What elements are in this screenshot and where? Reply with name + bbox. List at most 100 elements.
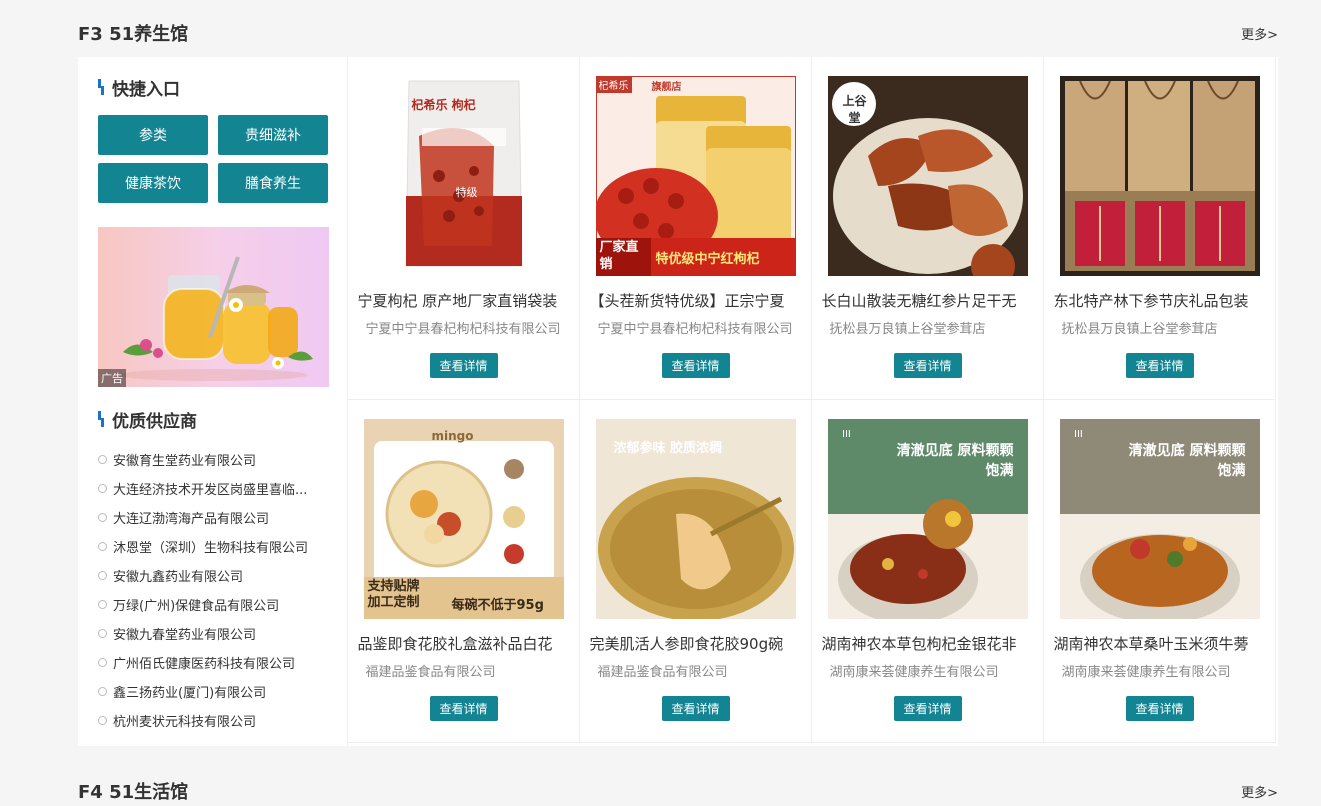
product-image[interactable]: 杞希乐 枸杞 特级 bbox=[363, 76, 564, 276]
product-card: 杞希乐 枸杞 特级 宁夏枸杞 原产地厂家直销袋装 宁夏中宁县春杞枸杞科技有限公司… bbox=[348, 57, 580, 400]
supplier-item[interactable]: 安徽九鑫药业有限公司 bbox=[98, 561, 328, 590]
product-company: 湖南康来荟健康养生有限公司 bbox=[829, 665, 999, 680]
supplier-name: 安徽九鑫药业有限公司 bbox=[113, 570, 244, 585]
promo-text: 清澈见底 原料颗颗饱满 bbox=[1128, 443, 1246, 479]
supplier-name: 杭州麦状元科技有限公司 bbox=[113, 715, 257, 730]
bullet-icon bbox=[98, 600, 107, 609]
product-brand-text: 杞希乐 枸杞 bbox=[411, 98, 476, 112]
supplier-list: 安徽育生堂药业有限公司 大连经济技术开发区岗盛里喜临... 大连辽渤湾海产品有限… bbox=[98, 445, 347, 735]
svg-text:III: III bbox=[1074, 429, 1083, 440]
product-image[interactable] bbox=[1059, 76, 1260, 276]
product-image[interactable]: 杞希乐 旗舰店 厂家直销 特优级中宁红枸杞 bbox=[595, 76, 796, 276]
supplier-name: 大连辽渤湾海产品有限公司 bbox=[113, 512, 270, 527]
view-details-button[interactable]: 查看详情 bbox=[893, 353, 962, 378]
svg-text:III: III bbox=[842, 429, 851, 440]
banner-left-text: 厂家直销 bbox=[599, 240, 639, 272]
view-details-button[interactable]: 查看详情 bbox=[1125, 696, 1194, 721]
honey-jars-image bbox=[118, 256, 313, 381]
product-name[interactable]: 湖南神农本草桑叶玉米须牛蒡 bbox=[1052, 633, 1268, 654]
product-company: 抚松县万良镇上谷堂参茸店 bbox=[1061, 322, 1218, 337]
supplier-name: 广州佰氏健康医药科技有限公司 bbox=[113, 657, 296, 672]
product-card: 东北特产林下参节庆礼品包装 抚松县万良镇上谷堂参茸店 查看详情 bbox=[1044, 57, 1276, 400]
supplier-item[interactable]: 沐恩堂（深圳）生物科技有限公司 bbox=[98, 532, 328, 561]
product-card: III 清澈见底 原料颗颗饱满 湖南神农本草桑叶玉米须牛蒡 湖南康来荟健康养生有… bbox=[1044, 400, 1276, 743]
quick-entry-grid: 参类 贵细滋补 健康茶饮 膳食养生 bbox=[98, 115, 347, 203]
supplier-item[interactable]: 鑫三扬药业(厦门)有限公司 bbox=[98, 677, 328, 706]
supplier-name: 大连经济技术开发区岗盛里喜临... bbox=[113, 483, 308, 498]
view-details-button[interactable]: 查看详情 bbox=[893, 696, 962, 721]
product-name[interactable]: 东北特产林下参节庆礼品包装 bbox=[1052, 290, 1268, 311]
supplier-item[interactable]: 大连经济技术开发区岗盛里喜临... bbox=[98, 474, 328, 503]
store-tag: 旗舰店 bbox=[651, 82, 682, 93]
product-company: 福建品鉴食品有限公司 bbox=[597, 665, 728, 680]
ad-banner[interactable]: 广告 bbox=[98, 227, 329, 387]
ginseng-gift-box-image bbox=[1059, 76, 1260, 276]
product-name[interactable]: 品鉴即食花胶礼盒滋补品白花 bbox=[356, 633, 572, 654]
bullet-icon bbox=[98, 658, 107, 667]
bullet-icon bbox=[98, 571, 107, 580]
supplier-item[interactable]: 大连辽渤湾海产品有限公司 bbox=[98, 503, 328, 532]
product-image[interactable]: III 清澈见底 原料颗颗饱满 bbox=[827, 419, 1028, 619]
bullet-icon bbox=[98, 629, 107, 638]
product-image[interactable]: III 清澈见底 原料颗颗饱满 bbox=[1059, 419, 1260, 619]
product-name[interactable]: 宁夏枸杞 原产地厂家直销袋装 bbox=[356, 290, 572, 311]
left-sidebar: 快捷入口 参类 贵细滋补 健康茶饮 膳食养生 广告 优质供应商 安徽育生堂药业有… bbox=[78, 57, 348, 746]
floor-header: F4 51生活馆 更多> bbox=[78, 776, 1278, 806]
view-details-button[interactable]: 查看详情 bbox=[429, 353, 498, 378]
banner-left-text: 支持贴牌 加工定制 bbox=[367, 579, 420, 610]
quick-entry-label: 快捷入口 bbox=[112, 79, 180, 100]
more-link[interactable]: 更多> bbox=[1241, 24, 1278, 43]
product-image[interactable]: 浓郁参味 胶质浓稠 bbox=[595, 419, 796, 619]
view-details-button[interactable]: 查看详情 bbox=[1125, 353, 1194, 378]
product-name[interactable]: 长白山散装无糖红参片足干无 bbox=[820, 290, 1036, 311]
supplier-item[interactable]: 安徽育生堂药业有限公司 bbox=[98, 445, 328, 474]
product-company: 抚松县万良镇上谷堂参茸店 bbox=[829, 322, 986, 337]
bullet-icon bbox=[98, 542, 107, 551]
supplier-item[interactable]: 安徽九春堂药业有限公司 bbox=[98, 619, 328, 648]
view-details-button[interactable]: 查看详情 bbox=[661, 696, 730, 721]
product-company: 宁夏中宁县春杞枸杞科技有限公司 bbox=[365, 322, 561, 337]
quick-button-chayin[interactable]: 健康茶饮 bbox=[98, 163, 208, 203]
product-card: mingo 支持贴牌 加工定制 每碗不低于95g 品鉴即食花胶礼盒滋补品白花 福… bbox=[348, 400, 580, 743]
view-details-button[interactable]: 查看详情 bbox=[661, 353, 730, 378]
brand-tag: 杞希乐 bbox=[595, 76, 632, 93]
view-details-button[interactable]: 查看详情 bbox=[429, 696, 498, 721]
supplier-item[interactable]: 广州佰氏健康医药科技有限公司 bbox=[98, 648, 328, 677]
product-grade-text: 特级 bbox=[455, 186, 478, 199]
supplier-name: 安徽育生堂药业有限公司 bbox=[113, 454, 257, 469]
quick-entry-title: 快捷入口 bbox=[98, 75, 347, 100]
supplier-title-label: 优质供应商 bbox=[112, 411, 197, 432]
brand-logo-text: mingo bbox=[431, 429, 474, 443]
product-image[interactable]: 上谷堂 bbox=[827, 76, 1028, 276]
supplier-name: 沐恩堂（深圳）生物科技有限公司 bbox=[113, 541, 309, 556]
floor-title: F3 51养生馆 bbox=[78, 24, 189, 45]
more-link[interactable]: 更多> bbox=[1241, 782, 1278, 801]
product-name[interactable]: 完美肌活人参即食花胶90g碗 bbox=[588, 633, 804, 654]
bullet-icon bbox=[98, 716, 107, 725]
bullet-icon bbox=[98, 484, 107, 493]
product-grid: 杞希乐 枸杞 特级 宁夏枸杞 原产地厂家直销袋装 宁夏中宁县春杞枸杞科技有限公司… bbox=[348, 57, 1278, 746]
product-company: 湖南康来荟健康养生有限公司 bbox=[1061, 665, 1231, 680]
product-company: 宁夏中宁县春杞枸杞科技有限公司 bbox=[597, 322, 793, 337]
supplier-item[interactable]: 万绿(广州)保健食品有限公司 bbox=[98, 590, 328, 619]
bullet-icon bbox=[98, 455, 107, 464]
quick-button-guixi[interactable]: 贵细滋补 bbox=[218, 115, 328, 155]
product-card: III 清澈见底 原料颗颗饱满 湖南神农本草包枸杞金银花非 湖南康来荟健康养生有… bbox=[812, 400, 1044, 743]
product-image[interactable]: mingo 支持贴牌 加工定制 每碗不低于95g bbox=[363, 419, 564, 619]
supplier-name: 安徽九春堂药业有限公司 bbox=[113, 628, 257, 643]
floor-body: 快捷入口 参类 贵细滋补 健康茶饮 膳食养生 广告 优质供应商 安徽育生堂药业有… bbox=[78, 57, 1278, 746]
title-mark-icon bbox=[98, 79, 104, 95]
product-name[interactable]: 【头茬新货特优级】正宗宁夏 bbox=[588, 290, 804, 311]
banner-right-text: 每碗不低于95g bbox=[451, 598, 544, 613]
supplier-name: 万绿(广州)保健食品有限公司 bbox=[113, 599, 280, 614]
product-name[interactable]: 湖南神农本草包枸杞金银花非 bbox=[820, 633, 1036, 654]
title-mark-icon bbox=[98, 411, 104, 427]
quick-button-shenlei[interactable]: 参类 bbox=[98, 115, 208, 155]
promo-text: 清澈见底 原料颗颗饱满 bbox=[896, 443, 1014, 479]
bullet-icon bbox=[98, 687, 107, 696]
product-company: 福建品鉴食品有限公司 bbox=[365, 665, 496, 680]
floor-header: F3 51养生馆 更多> bbox=[78, 18, 1278, 48]
supplier-item[interactable]: 杭州麦状元科技有限公司 bbox=[98, 706, 328, 735]
supplier-title: 优质供应商 bbox=[98, 407, 347, 432]
quick-button-shanshi[interactable]: 膳食养生 bbox=[218, 163, 328, 203]
